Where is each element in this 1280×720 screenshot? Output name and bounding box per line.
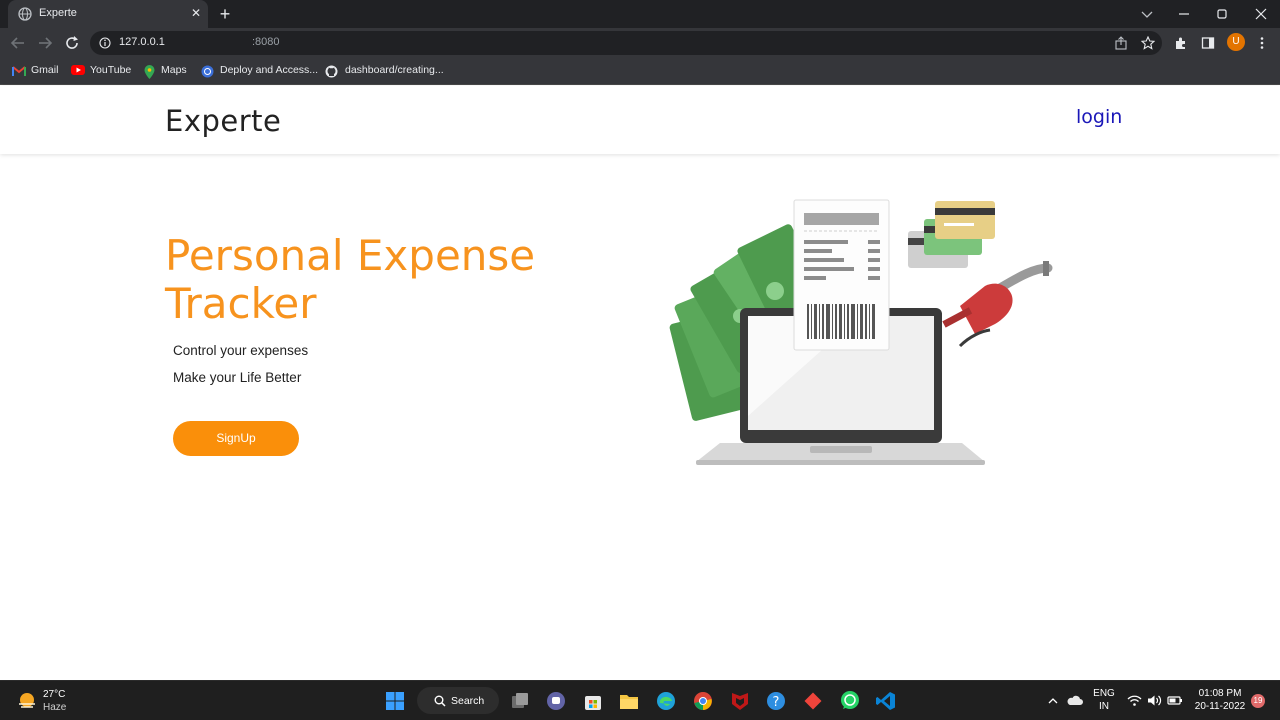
svg-text:?: ? bbox=[773, 695, 780, 710]
browser-tab[interactable]: Experte ✕ bbox=[8, 0, 208, 28]
credit-cards-icon bbox=[908, 201, 995, 268]
file-explorer-icon[interactable] bbox=[617, 689, 641, 713]
bookmark-label: dashboard/creating... bbox=[345, 64, 444, 76]
tab-strip: Experte ✕ + bbox=[0, 0, 1280, 28]
chrome-icon[interactable] bbox=[691, 689, 715, 713]
bookmark-deploy[interactable]: Deploy and Access... bbox=[201, 64, 318, 79]
more-menu-icon[interactable] bbox=[1255, 36, 1269, 50]
maximize-icon[interactable] bbox=[1212, 4, 1232, 24]
site-brand[interactable]: Experte bbox=[165, 104, 281, 138]
vscode-icon[interactable] bbox=[874, 689, 898, 713]
anydesk-icon[interactable] bbox=[801, 689, 825, 713]
taskbar: 27°C Haze Search ? ENG IN 01:08 PM 20-11… bbox=[0, 680, 1280, 720]
help-icon[interactable]: ? bbox=[764, 689, 788, 713]
weather-temperature: 27°C bbox=[43, 689, 66, 700]
bookmark-label: Gmail bbox=[31, 64, 59, 76]
browser-toolbar: 127.0.0.1 :8080 U bbox=[0, 28, 1280, 58]
maps-icon bbox=[144, 65, 155, 79]
region-indicator[interactable]: IN bbox=[1092, 701, 1116, 712]
expense-illustration bbox=[669, 199, 1053, 465]
tab-title: Experte bbox=[39, 7, 77, 19]
reload-icon[interactable] bbox=[62, 33, 82, 53]
weather-description: Haze bbox=[43, 702, 67, 713]
chevron-down-icon[interactable] bbox=[1137, 4, 1157, 24]
search-label: Search bbox=[451, 695, 485, 707]
youtube-icon bbox=[71, 65, 85, 75]
new-tab-icon[interactable]: + bbox=[216, 4, 234, 24]
bookmark-label: Maps bbox=[161, 64, 187, 76]
web-page: Experte login Personal Expense Tracker C… bbox=[0, 86, 1280, 680]
globe-icon bbox=[201, 65, 214, 78]
bookmark-gmail[interactable]: Gmail bbox=[12, 64, 62, 79]
volume-icon[interactable] bbox=[1147, 694, 1162, 707]
windows-start-icon[interactable] bbox=[383, 689, 407, 713]
teams-chat-icon[interactable] bbox=[544, 689, 568, 713]
whatsapp-icon[interactable] bbox=[838, 689, 862, 713]
weather-icon[interactable] bbox=[16, 690, 38, 712]
battery-icon[interactable] bbox=[1167, 695, 1183, 706]
onedrive-icon[interactable] bbox=[1067, 694, 1083, 706]
globe-icon bbox=[18, 7, 32, 21]
bookmark-maps[interactable]: Maps bbox=[144, 64, 189, 79]
language-indicator[interactable]: ENG bbox=[1092, 688, 1116, 699]
extensions-icon[interactable] bbox=[1174, 36, 1188, 50]
hero-title: Personal Expense Tracker bbox=[165, 231, 536, 328]
close-tab-icon[interactable]: ✕ bbox=[189, 6, 203, 20]
back-icon[interactable] bbox=[8, 33, 28, 53]
profile-avatar[interactable]: U bbox=[1227, 33, 1245, 51]
github-icon bbox=[325, 65, 338, 78]
clock-time[interactable]: 01:08 PM bbox=[1192, 688, 1248, 699]
minimize-icon[interactable] bbox=[1174, 4, 1194, 24]
forward-icon[interactable] bbox=[35, 33, 55, 53]
address-bar[interactable]: 127.0.0.1 :8080 bbox=[90, 31, 1162, 55]
login-link[interactable]: login bbox=[1076, 106, 1122, 128]
taskbar-search[interactable]: Search bbox=[417, 687, 499, 714]
receipt-icon bbox=[793, 199, 890, 351]
mcafee-icon[interactable] bbox=[728, 689, 752, 713]
bookmark-youtube[interactable]: YouTube bbox=[71, 64, 133, 79]
bookmark-label: YouTube bbox=[90, 64, 132, 76]
info-icon[interactable] bbox=[99, 37, 111, 49]
site-navbar: Experte login bbox=[0, 86, 1280, 154]
gmail-icon bbox=[12, 66, 26, 76]
url-port: :8080 bbox=[252, 36, 280, 48]
wifi-icon[interactable] bbox=[1127, 694, 1142, 707]
bookmark-label: Deploy and Access... bbox=[220, 64, 319, 76]
hero-tagline-1: Control your expenses bbox=[173, 343, 309, 358]
edge-icon[interactable] bbox=[654, 689, 678, 713]
bookmarks-bar: Gmail YouTube Maps Deploy and Access... … bbox=[0, 58, 1280, 85]
bookmark-dashboard[interactable]: dashboard/creating... bbox=[325, 64, 444, 79]
task-view-icon[interactable] bbox=[508, 689, 532, 713]
hero-tagline-2: Make your Life Better bbox=[173, 370, 302, 385]
search-icon bbox=[434, 695, 446, 707]
star-icon[interactable] bbox=[1141, 36, 1155, 50]
signup-button[interactable]: SignUp bbox=[173, 421, 299, 456]
store-icon[interactable] bbox=[581, 689, 605, 713]
close-window-icon[interactable] bbox=[1251, 4, 1271, 24]
side-panel-icon[interactable] bbox=[1201, 36, 1215, 50]
chevron-up-icon[interactable] bbox=[1047, 695, 1059, 707]
notification-badge[interactable]: 19 bbox=[1251, 694, 1265, 708]
fuel-nozzle-icon bbox=[942, 261, 1053, 348]
url-host: 127.0.0.1 bbox=[119, 36, 165, 48]
share-icon[interactable] bbox=[1114, 36, 1128, 50]
clock-date[interactable]: 20-11-2022 bbox=[1190, 701, 1250, 712]
